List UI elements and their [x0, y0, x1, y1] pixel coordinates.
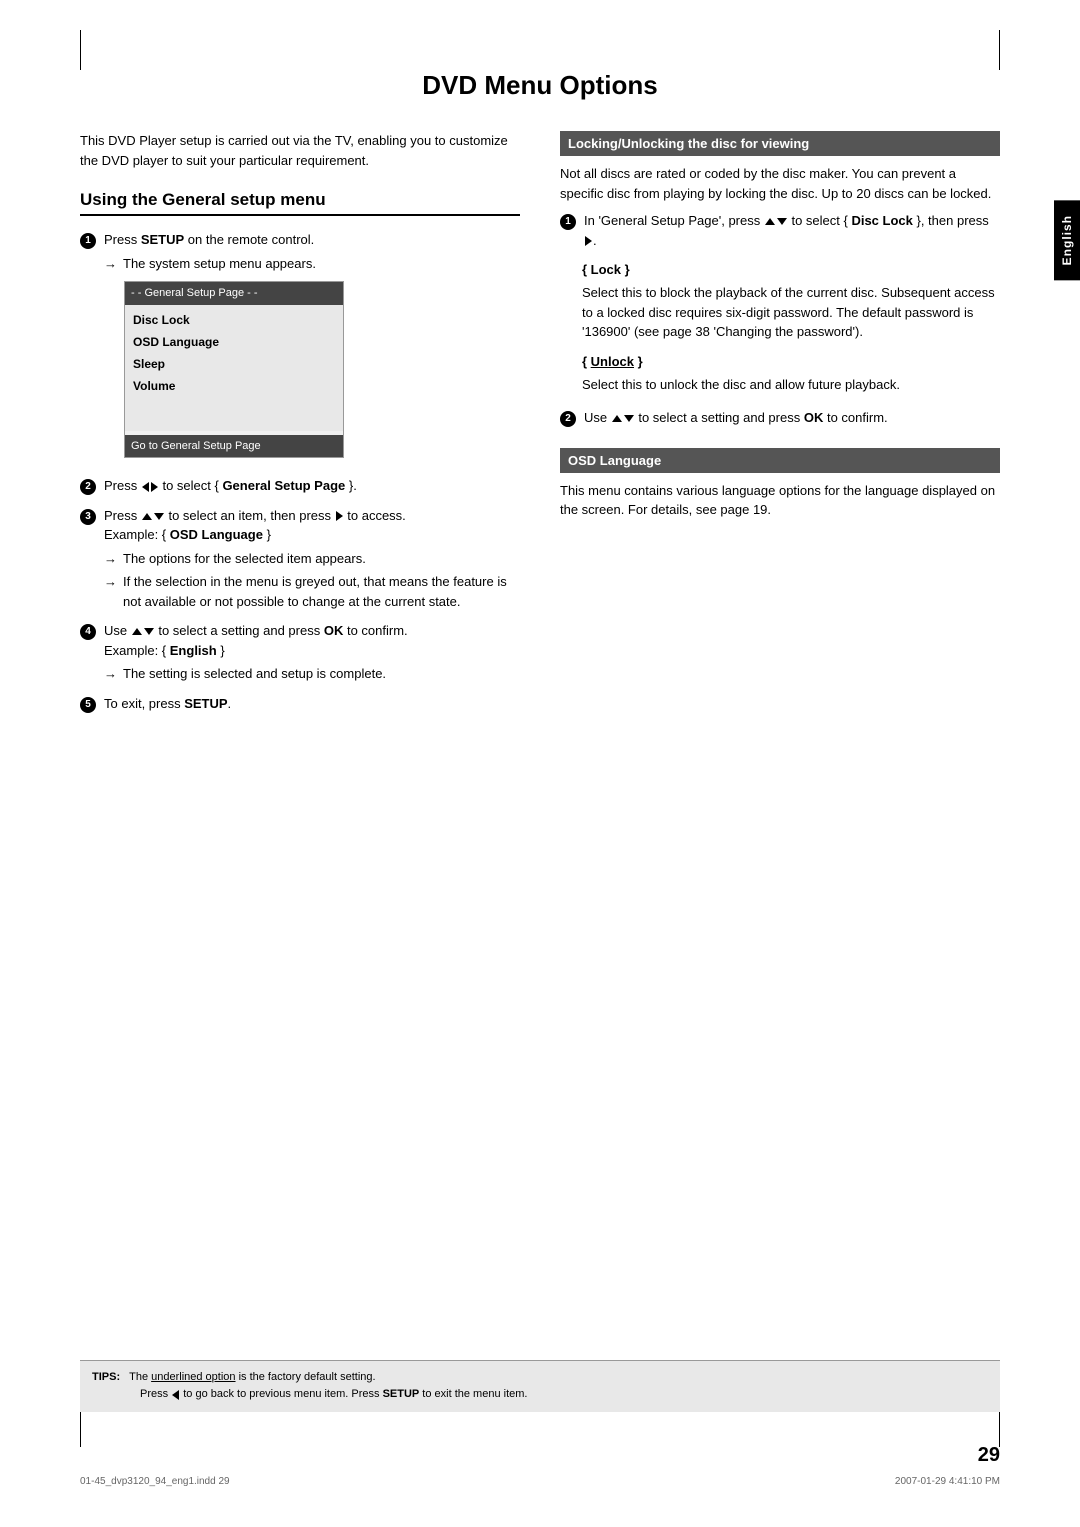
- unlock-text: Select this to unlock the disc and allow…: [582, 375, 1000, 395]
- right-step-2: 2 Use to select a setting and press OK t…: [560, 408, 1000, 428]
- tips-section: TIPS: The underlined option is the facto…: [80, 1360, 1000, 1412]
- screen-title-text: - - General Setup Page - -: [131, 285, 258, 302]
- step-1-num: 1: [80, 230, 98, 249]
- right-arrow-icon: [151, 482, 158, 492]
- osd-text: This menu contains various language opti…: [560, 481, 1000, 520]
- top-border-right: [999, 30, 1000, 70]
- up-arrow-icon-4: [612, 415, 622, 422]
- screen-menu-item-1: Disc Lock: [133, 309, 335, 331]
- step-5-content: To exit, press SETUP.: [104, 694, 520, 714]
- locking-intro: Not all discs are rated or coded by the …: [560, 164, 1000, 203]
- step-3: 3 Press to select an item, then press to…: [80, 506, 520, 612]
- footer-left: 01-45_dvp3120_94_eng1.indd 29: [80, 1476, 230, 1487]
- right-step-1-content: In 'General Setup Page', press to select…: [584, 211, 1000, 250]
- right-step-2-num: 2: [560, 408, 578, 427]
- step-3-sub-text-1: The options for the selected item appear…: [123, 549, 520, 569]
- down-arrow-icon-3: [777, 218, 787, 225]
- left-arrow-icon: [142, 482, 149, 492]
- right-step-2-content: Use to select a setting and press OK to …: [584, 408, 1000, 428]
- screen-bottom-bar: Go to General Setup Page: [125, 435, 343, 458]
- intro-text: This DVD Player setup is carried out via…: [80, 131, 520, 170]
- language-tab: English: [1054, 200, 1080, 280]
- tips-line-2: Press to go back to previous menu item. …: [140, 1388, 527, 1400]
- underline-option-text: underlined option: [151, 1371, 235, 1383]
- step-3-sub-text-2: If the selection in the menu is greyed o…: [123, 572, 520, 611]
- step-3-sub-1: → The options for the selected item appe…: [104, 549, 520, 569]
- step-2: 2 Press to select { General Setup Page }…: [80, 476, 520, 496]
- left-arrow-icon-2: [172, 1390, 179, 1400]
- unlock-subsection: { Unlock } Select this to unlock the dis…: [582, 354, 1000, 395]
- down-arrow-icon: [154, 513, 164, 520]
- lock-subsection: { Lock } Select this to block the playba…: [582, 262, 1000, 342]
- page-number: 29: [978, 1444, 1000, 1467]
- left-column: This DVD Player setup is carried out via…: [80, 131, 520, 723]
- top-border-left: [80, 30, 81, 70]
- down-arrow-icon-4: [624, 415, 634, 422]
- tips-label: TIPS:: [92, 1371, 120, 1383]
- unlock-label: Unlock: [591, 354, 634, 369]
- arrow-icon: →: [104, 254, 117, 274]
- lock-heading: { Lock }: [582, 262, 1000, 277]
- step-4-sub-text-1: The setting is selected and setup is com…: [123, 664, 520, 684]
- up-arrow-icon-2: [132, 628, 142, 635]
- section-heading: Using the General setup menu: [80, 190, 520, 216]
- step-1-sub: → The system setup menu appears.: [104, 254, 520, 274]
- step-1-content: Press SETUP on the remote control. → The…: [104, 230, 520, 466]
- right-column: Locking/Unlocking the disc for viewing N…: [560, 131, 1000, 723]
- step-1-sub-text: The system setup menu appears.: [123, 254, 520, 274]
- down-arrow-icon-2: [144, 628, 154, 635]
- page: English DVD Menu Options This DVD Player…: [0, 0, 1080, 1527]
- step-1: 1 Press SETUP on the remote control. → T…: [80, 230, 520, 466]
- content-columns: This DVD Player setup is carried out via…: [80, 131, 1000, 723]
- right-arrow-icon-2: [336, 511, 343, 521]
- screen-menu-item-4: Volume: [133, 375, 335, 397]
- screen-menu-item-3: Sleep: [133, 353, 335, 375]
- bottom-border-right: [999, 1407, 1000, 1447]
- step-4-num: 4: [80, 621, 98, 640]
- osd-section-heading: OSD Language: [560, 448, 1000, 473]
- right-step-1: 1 In 'General Setup Page', press to sele…: [560, 211, 1000, 250]
- screen-menu-items: Disc Lock OSD Language Sleep Volume: [125, 305, 343, 431]
- step-5-num: 5: [80, 694, 98, 713]
- step-4-content: Use to select a setting and press OK to …: [104, 621, 520, 684]
- step-5: 5 To exit, press SETUP.: [80, 694, 520, 714]
- arrow-icon-4: →: [104, 664, 117, 684]
- right-arrow-icon-3: [585, 236, 592, 246]
- footer-right: 2007-01-29 4:41:10 PM: [895, 1476, 1000, 1487]
- lock-text: Select this to block the playback of the…: [582, 283, 1000, 342]
- step-4: 4 Use to select a setting and press OK t…: [80, 621, 520, 684]
- arrow-icon-2: →: [104, 549, 117, 569]
- step-2-content: Press to select { General Setup Page }.: [104, 476, 520, 496]
- step-3-content: Press to select an item, then press to a…: [104, 506, 520, 612]
- screen-menu-item-2: OSD Language: [133, 331, 335, 353]
- screen-mock: - - General Setup Page - - Disc Lock OSD…: [124, 281, 344, 458]
- up-arrow-icon: [142, 513, 152, 520]
- step-4-sub-1: → The setting is selected and setup is c…: [104, 664, 520, 684]
- right-step-1-num: 1: [560, 211, 578, 230]
- tips-line-1: The underlined option is the factory def…: [129, 1371, 375, 1383]
- arrow-icon-3: →: [104, 572, 117, 592]
- tips-content: TIPS: The underlined option is the facto…: [92, 1369, 988, 1404]
- bottom-border-left: [80, 1407, 81, 1447]
- step-2-num: 2: [80, 476, 98, 495]
- screen-title-bar: - - General Setup Page - -: [125, 282, 343, 305]
- step-3-sub-2: → If the selection in the menu is greyed…: [104, 572, 520, 611]
- page-title: DVD Menu Options: [80, 70, 1000, 101]
- step-3-num: 3: [80, 506, 98, 525]
- unlock-heading: { Unlock }: [582, 354, 1000, 369]
- up-arrow-icon-3: [765, 218, 775, 225]
- locking-section-heading: Locking/Unlocking the disc for viewing: [560, 131, 1000, 156]
